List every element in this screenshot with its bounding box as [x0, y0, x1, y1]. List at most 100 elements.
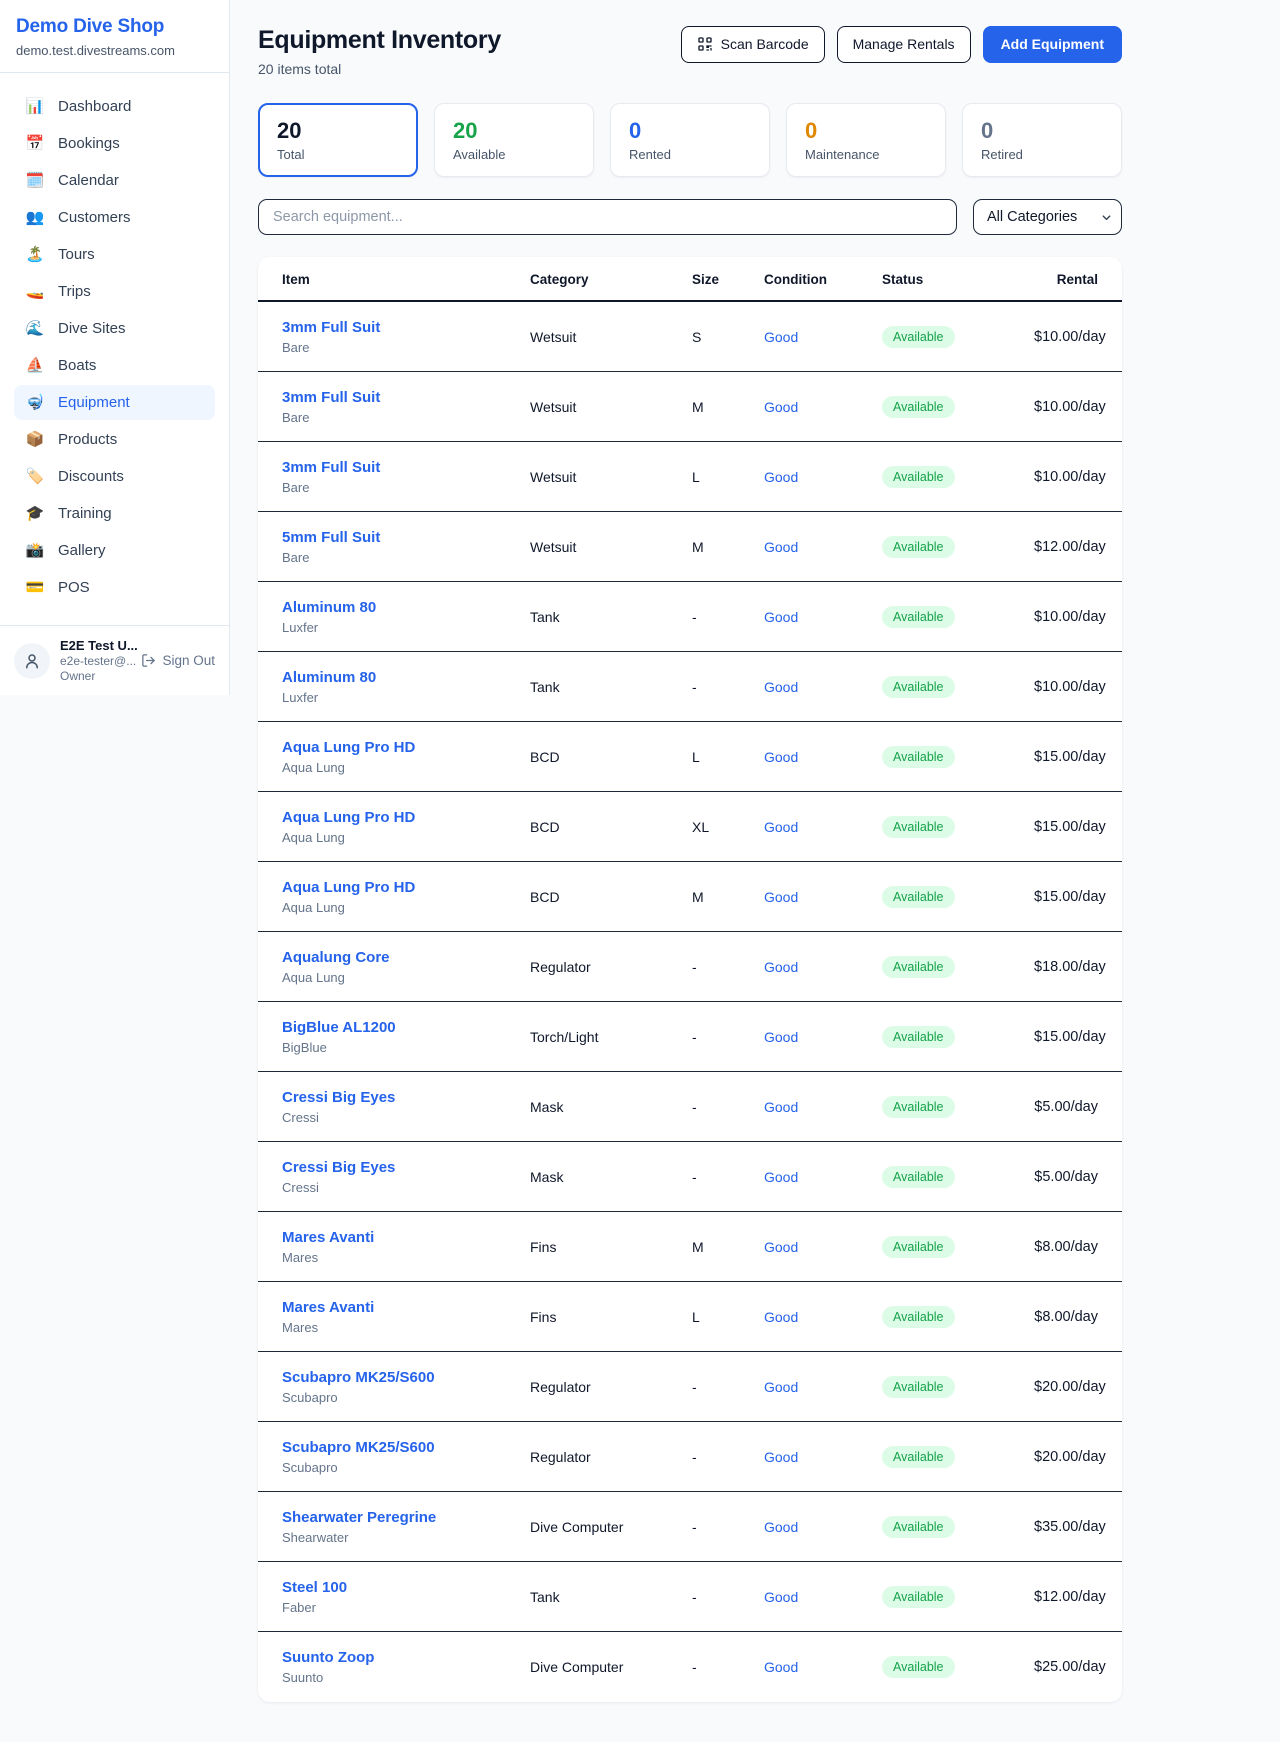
item-name-link[interactable]: Aluminum 80 — [282, 669, 530, 686]
category-cell: BCD — [530, 889, 692, 905]
add-equipment-button[interactable]: Add Equipment — [983, 26, 1122, 63]
stat-label: Retired — [981, 147, 1103, 162]
status-cell: Available — [882, 326, 1034, 348]
table-row: 3mm Full SuitBareWetsuitSGoodAvailable$1… — [258, 302, 1122, 372]
item-name-link[interactable]: Mares Avanti — [282, 1229, 530, 1246]
sidebar-item-equipment[interactable]: 🤿Equipment — [14, 385, 215, 420]
condition-link[interactable]: Good — [764, 1519, 882, 1535]
table-row: Aqua Lung Pro HDAqua LungBCDXLGoodAvaila… — [258, 792, 1122, 862]
sign-out-button[interactable]: Sign Out — [141, 653, 215, 668]
size-cell: - — [692, 1379, 764, 1395]
item-name-link[interactable]: Mares Avanti — [282, 1299, 530, 1316]
condition-link[interactable]: Good — [764, 329, 882, 345]
item-brand: Aqua Lung — [282, 830, 530, 845]
condition-link[interactable]: Good — [764, 1309, 882, 1325]
size-cell: - — [692, 1659, 764, 1675]
barcode-icon — [697, 36, 713, 52]
column-header-item: Item — [282, 272, 530, 287]
item-name-link[interactable]: BigBlue AL1200 — [282, 1019, 530, 1036]
status-badge: Available — [882, 1656, 955, 1678]
item-name-link[interactable]: Scubapro MK25/S600 — [282, 1369, 530, 1386]
sidebar-item-training[interactable]: 🎓Training — [14, 496, 215, 531]
condition-link[interactable]: Good — [764, 539, 882, 555]
item-name-link[interactable]: 3mm Full Suit — [282, 459, 530, 476]
item-name-link[interactable]: Aluminum 80 — [282, 599, 530, 616]
category-select[interactable]: All Categories — [973, 199, 1122, 235]
item-name-link[interactable]: Cressi Big Eyes — [282, 1089, 530, 1106]
sidebar-item-products[interactable]: 📦Products — [14, 422, 215, 457]
item-name-link[interactable]: Suunto Zoop — [282, 1649, 530, 1666]
condition-link[interactable]: Good — [764, 1379, 882, 1395]
item-name-link[interactable]: Steel 100 — [282, 1579, 530, 1596]
status-badge: Available — [882, 1586, 955, 1608]
spiral-calendar-icon: 🗓️ — [25, 173, 45, 188]
sidebar-item-pos[interactable]: 💳POS — [14, 570, 215, 605]
sidebar-item-label: Tours — [58, 246, 95, 263]
status-cell: Available — [882, 676, 1034, 698]
table-row: Aluminum 80LuxferTank-GoodAvailable$10.0… — [258, 652, 1122, 722]
scan-barcode-button[interactable]: Scan Barcode — [681, 26, 825, 63]
stat-card-maintenance[interactable]: 0Maintenance — [786, 103, 946, 177]
status-cell: Available — [882, 1656, 1034, 1678]
item-name-link[interactable]: 5mm Full Suit — [282, 529, 530, 546]
item-name-link[interactable]: Shearwater Peregrine — [282, 1509, 530, 1526]
condition-link[interactable]: Good — [764, 959, 882, 975]
condition-link[interactable]: Good — [764, 749, 882, 765]
item-name-link[interactable]: 3mm Full Suit — [282, 389, 530, 406]
item-name-link[interactable]: Aqualung Core — [282, 949, 530, 966]
item-name-link[interactable]: 3mm Full Suit — [282, 319, 530, 336]
table-row: Aqua Lung Pro HDAqua LungBCDMGoodAvailab… — [258, 862, 1122, 932]
sidebar-item-customers[interactable]: 👥Customers — [14, 200, 215, 235]
condition-link[interactable]: Good — [764, 1029, 882, 1045]
stat-value: 20 — [277, 118, 399, 144]
condition-link[interactable]: Good — [764, 1659, 882, 1675]
sidebar-item-trips[interactable]: 🚤Trips — [14, 274, 215, 309]
sidebar-item-calendar[interactable]: 🗓️Calendar — [14, 163, 215, 198]
item-brand: Luxfer — [282, 690, 530, 705]
sidebar-item-boats[interactable]: ⛵Boats — [14, 348, 215, 383]
sidebar-item-discounts[interactable]: 🏷️Discounts — [14, 459, 215, 494]
manage-rentals-button[interactable]: Manage Rentals — [837, 26, 971, 63]
item-cell: Cressi Big EyesCressi — [282, 1089, 530, 1125]
status-badge: Available — [882, 1236, 955, 1258]
item-name-link[interactable]: Cressi Big Eyes — [282, 1159, 530, 1176]
search-input[interactable] — [258, 199, 957, 235]
condition-link[interactable]: Good — [764, 889, 882, 905]
sidebar-item-dive-sites[interactable]: 🌊Dive Sites — [14, 311, 215, 346]
condition-link[interactable]: Good — [764, 1099, 882, 1115]
category-cell: Mask — [530, 1169, 692, 1185]
category-cell: Tank — [530, 1589, 692, 1605]
sidebar-item-dashboard[interactable]: 📊Dashboard — [14, 89, 215, 124]
category-cell: Wetsuit — [530, 539, 692, 555]
item-name-link[interactable]: Aqua Lung Pro HD — [282, 879, 530, 896]
category-cell: Dive Computer — [530, 1659, 692, 1675]
brand-block: Demo Dive Shop demo.test.divestreams.com — [0, 0, 229, 72]
stat-card-total[interactable]: 20Total — [258, 103, 418, 177]
stat-card-rented[interactable]: 0Rented — [610, 103, 770, 177]
item-name-link[interactable]: Aqua Lung Pro HD — [282, 739, 530, 756]
condition-link[interactable]: Good — [764, 609, 882, 625]
condition-link[interactable]: Good — [764, 819, 882, 835]
condition-link[interactable]: Good — [764, 1449, 882, 1465]
table-row: Aqua Lung Pro HDAqua LungBCDLGoodAvailab… — [258, 722, 1122, 792]
stat-card-retired[interactable]: 0Retired — [962, 103, 1122, 177]
condition-link[interactable]: Good — [764, 1239, 882, 1255]
sidebar-item-bookings[interactable]: 📅Bookings — [14, 126, 215, 161]
condition-link[interactable]: Good — [764, 399, 882, 415]
rental-cell: $12.00/day — [1034, 1589, 1106, 1605]
size-cell: - — [692, 1519, 764, 1535]
stat-label: Available — [453, 147, 575, 162]
shop-name[interactable]: Demo Dive Shop — [16, 16, 213, 38]
item-name-link[interactable]: Scubapro MK25/S600 — [282, 1439, 530, 1456]
condition-link[interactable]: Good — [764, 1589, 882, 1605]
diving-mask-icon: 🤿 — [25, 395, 45, 410]
status-badge: Available — [882, 606, 955, 628]
condition-link[interactable]: Good — [764, 469, 882, 485]
condition-link[interactable]: Good — [764, 679, 882, 695]
item-name-link[interactable]: Aqua Lung Pro HD — [282, 809, 530, 826]
sidebar-item-gallery[interactable]: 📸Gallery — [14, 533, 215, 568]
rental-cell: $35.00/day — [1034, 1519, 1106, 1535]
stat-card-available[interactable]: 20Available — [434, 103, 594, 177]
condition-link[interactable]: Good — [764, 1169, 882, 1185]
sidebar-item-tours[interactable]: 🏝️Tours — [14, 237, 215, 272]
